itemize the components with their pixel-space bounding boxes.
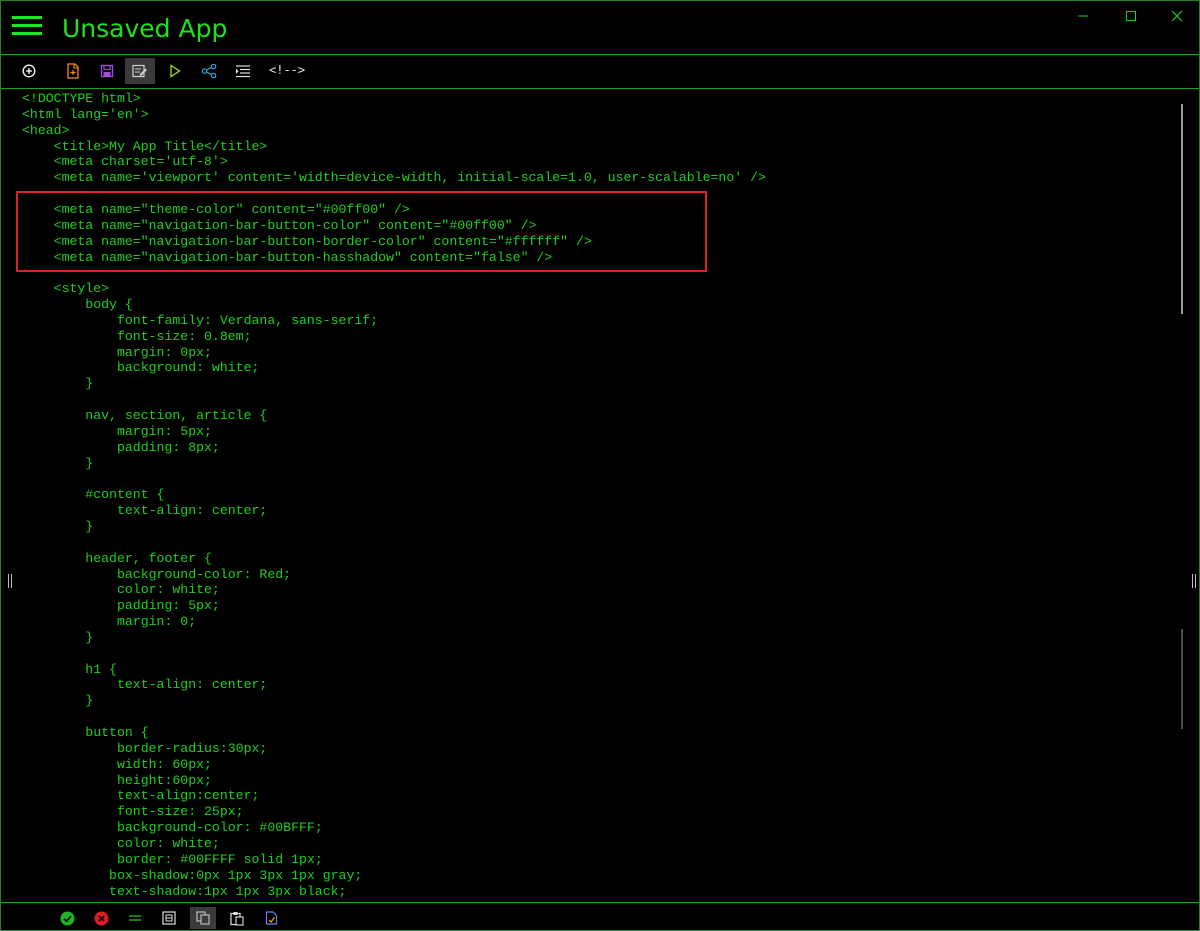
vertical-scrollbar[interactable]: [1181, 104, 1183, 314]
scrollbar-track: [1181, 629, 1183, 729]
copy-button[interactable]: [190, 907, 216, 929]
ok-button[interactable]: [54, 907, 80, 929]
error-circle-icon: [94, 911, 108, 925]
code-line[interactable]: background: white;: [22, 360, 259, 376]
edit-icon: [132, 64, 147, 78]
code-line[interactable]: <html lang='en'>: [22, 107, 149, 123]
paste-button[interactable]: [224, 907, 250, 929]
code-line[interactable]: box-shadow:0px 1px 3px 1px gray;: [22, 868, 362, 884]
code-line[interactable]: padding: 5px;: [22, 598, 220, 614]
right-splitter-handle[interactable]: [1192, 574, 1198, 588]
code-line[interactable]: border-radius:30px;: [22, 741, 267, 757]
maximize-button[interactable]: [1117, 7, 1145, 29]
code-editor[interactable]: <!DOCTYPE html> <html lang='en'> <head> <t…: [1, 89, 1199, 901]
save-icon: [100, 64, 114, 78]
code-line[interactable]: font-size: 0.8em;: [22, 329, 252, 345]
copy-icon: [196, 911, 210, 925]
code-line[interactable]: nav, section, article {: [22, 408, 267, 424]
add-icon: [22, 64, 36, 78]
code-line[interactable]: <meta charset='utf-8'>: [22, 154, 228, 170]
code-line[interactable]: body {: [22, 297, 133, 313]
code-line[interactable]: height:60px;: [22, 773, 212, 789]
code-line[interactable]: padding: 8px;: [22, 440, 220, 456]
error-button[interactable]: [88, 907, 114, 929]
left-splitter-handle[interactable]: [8, 574, 14, 588]
share-button[interactable]: [194, 58, 224, 84]
code-line[interactable]: }: [22, 693, 93, 709]
status-bar: [1, 902, 1199, 930]
code-line[interactable]: text-align: center;: [22, 677, 267, 693]
code-line[interactable]: #content {: [22, 487, 164, 503]
title-bar: Unsaved App: [1, 1, 1199, 55]
equals-icon: [129, 915, 141, 921]
maximize-icon: [1126, 11, 1136, 21]
code-line[interactable]: background-color: #00BFFF;: [22, 820, 323, 836]
toolbar: <!-->: [1, 55, 1199, 89]
code-line[interactable]: text-align: center;: [22, 503, 267, 519]
highlight-box: [16, 191, 707, 272]
app-window: Unsaved App <!--> <!DOCTYPE html> <html …: [0, 0, 1200, 931]
new-file-icon: [67, 63, 79, 79]
code-line[interactable]: }: [22, 630, 93, 646]
code-line[interactable]: border: #00FFFF solid 1px;: [22, 852, 323, 868]
new-file-button[interactable]: [58, 58, 88, 84]
check-circle-icon: [60, 911, 74, 925]
code-line[interactable]: <meta name='viewport' content='width=dev…: [22, 170, 766, 186]
code-line[interactable]: header, footer {: [22, 551, 212, 567]
minimize-button[interactable]: [1069, 7, 1097, 29]
hamburger-menu-icon[interactable]: [12, 16, 42, 36]
code-line[interactable]: <title>My App Title</title>: [22, 139, 268, 155]
code-line[interactable]: button {: [22, 725, 148, 741]
add-button[interactable]: [14, 58, 44, 84]
save-button[interactable]: [92, 58, 122, 84]
run-button[interactable]: [160, 58, 190, 84]
code-line[interactable]: margin: 5px;: [22, 424, 212, 440]
code-line[interactable]: background-color: Red;: [22, 567, 291, 583]
code-line[interactable]: margin: 0px;: [22, 345, 212, 361]
code-line[interactable]: color: white;: [22, 582, 220, 598]
code-line[interactable]: }: [22, 456, 93, 472]
code-line[interactable]: color: white;: [22, 836, 220, 852]
close-button[interactable]: [1163, 7, 1191, 29]
code-line[interactable]: h1 {: [22, 662, 117, 678]
document-icon: [265, 911, 277, 925]
grid-button[interactable]: [156, 907, 182, 929]
code-line[interactable]: font-family: Verdana, sans-serif;: [22, 313, 378, 329]
grid-icon: [162, 911, 176, 925]
code-line[interactable]: }: [22, 519, 93, 535]
code-line[interactable]: <head>: [22, 123, 69, 139]
code-line[interactable]: <!DOCTYPE html>: [22, 91, 141, 107]
comment-button[interactable]: <!-->: [269, 63, 305, 77]
document-button[interactable]: [258, 907, 284, 929]
code-line[interactable]: }: [22, 376, 93, 392]
share-icon: [201, 63, 217, 79]
code-line[interactable]: text-shadow:1px 1px 3px black;: [22, 884, 346, 900]
format-icon: [236, 65, 250, 78]
equals-button[interactable]: [122, 907, 148, 929]
code-line[interactable]: font-size: 25px;: [22, 804, 244, 820]
run-icon: [170, 64, 181, 78]
code-line[interactable]: width: 60px;: [22, 757, 212, 773]
paste-icon: [230, 911, 244, 926]
code-line[interactable]: text-align:center;: [22, 788, 259, 804]
code-line[interactable]: margin: 0;: [22, 614, 196, 630]
app-title: Unsaved App: [62, 14, 228, 43]
format-button[interactable]: [228, 58, 258, 84]
code-line[interactable]: <style>: [22, 281, 109, 297]
edit-button[interactable]: [125, 58, 155, 84]
close-icon: [1171, 10, 1183, 22]
minimize-icon: [1078, 15, 1088, 17]
